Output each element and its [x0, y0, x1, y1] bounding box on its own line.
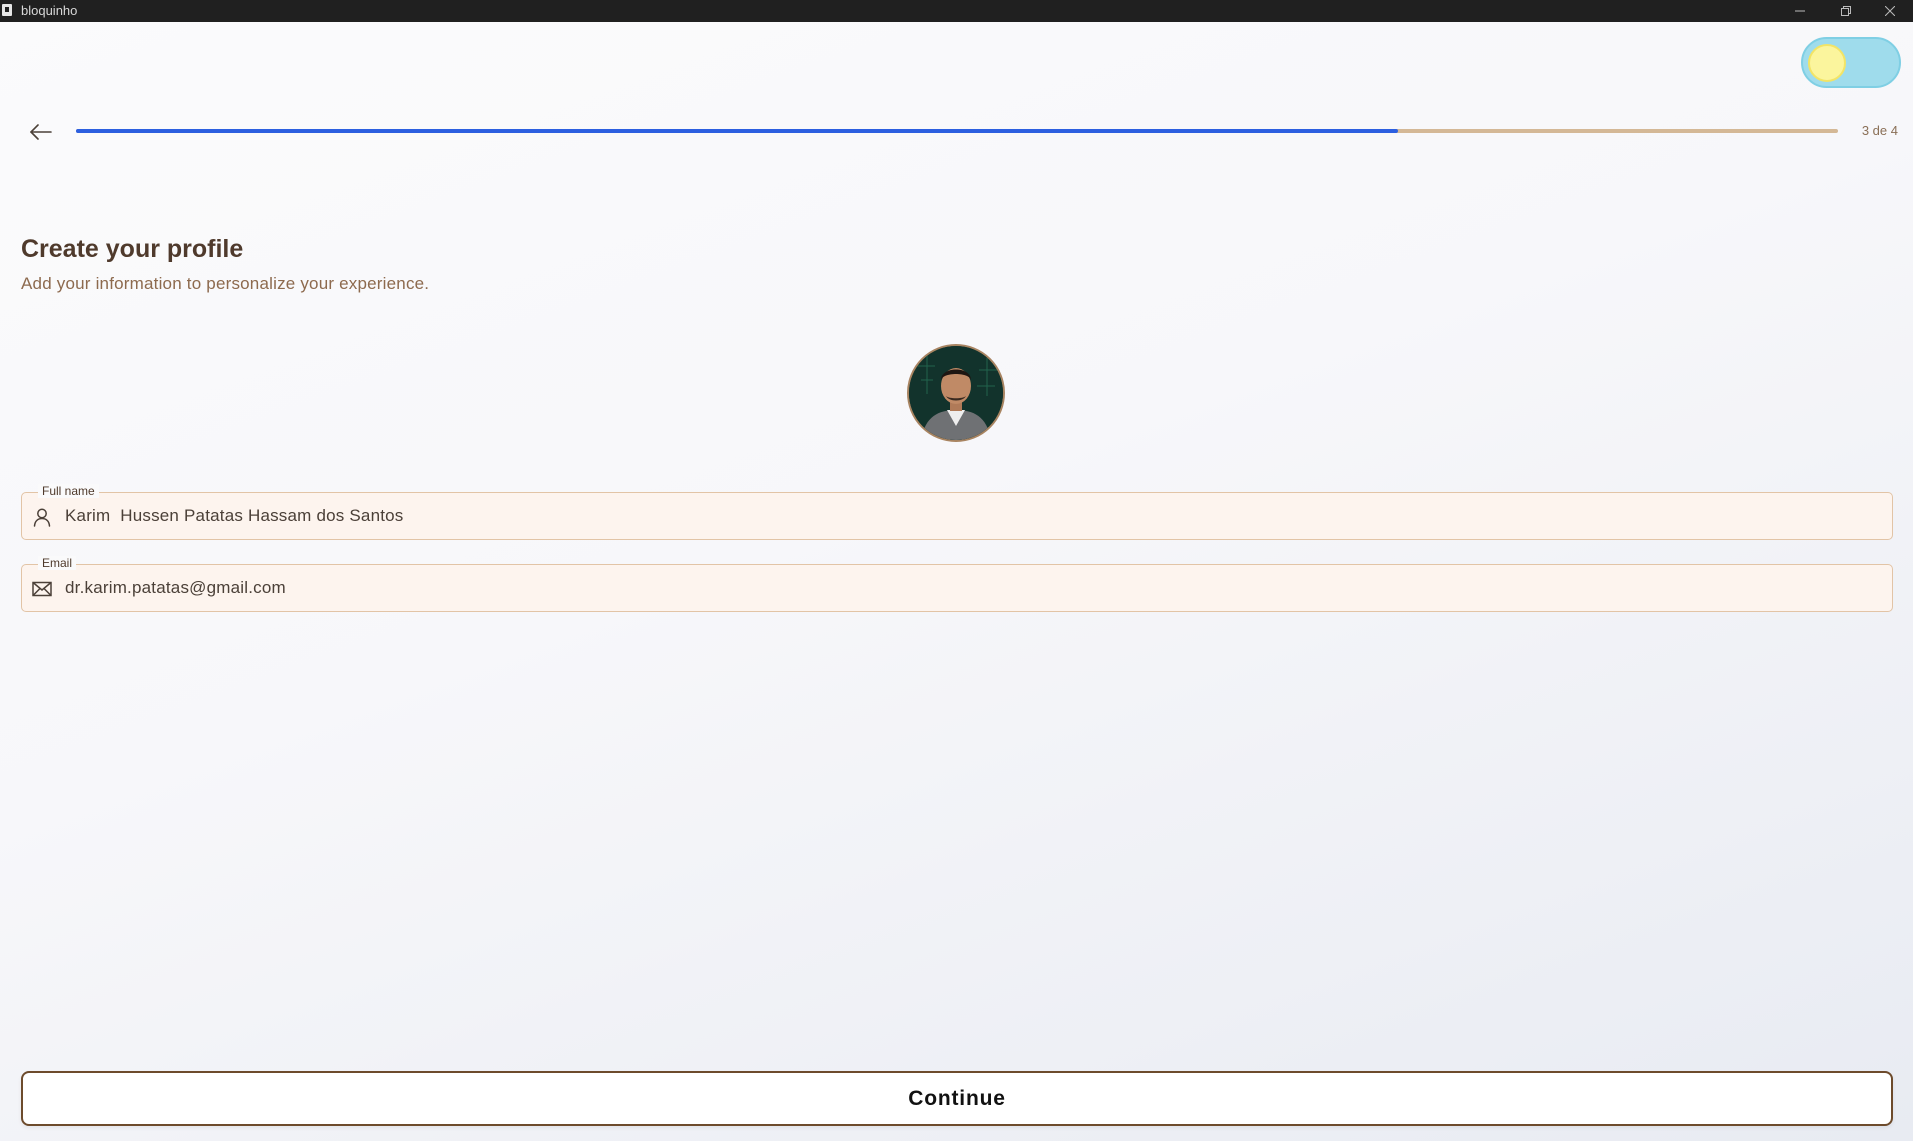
app-icon [2, 4, 12, 16]
arrow-left-icon [30, 124, 52, 140]
email-input[interactable] [65, 565, 1875, 610]
close-window-button[interactable] [1867, 0, 1913, 22]
window-title: bloquinho [21, 3, 78, 18]
mail-icon [31, 578, 53, 600]
progress-bar [76, 129, 1838, 133]
profile-photo [909, 346, 1003, 440]
window-titlebar: bloquinho [0, 0, 1913, 22]
user-icon [31, 506, 53, 528]
theme-toggle[interactable] [1801, 37, 1901, 88]
sun-icon [1808, 44, 1846, 82]
profile-avatar[interactable] [907, 344, 1005, 442]
page-subtitle: Add your information to personalize your… [21, 274, 430, 293]
minimize-icon [1795, 10, 1805, 12]
minimize-button[interactable] [1777, 0, 1823, 22]
restore-button[interactable] [1823, 0, 1869, 22]
email-field: Email [21, 556, 1893, 612]
step-counter: 3 de 4 [1861, 123, 1898, 138]
progress-bar-fill [76, 129, 1398, 133]
full-name-input[interactable] [65, 493, 1875, 538]
back-button[interactable] [28, 119, 54, 145]
close-icon [1885, 6, 1895, 16]
page-title: Create your profile [21, 235, 244, 263]
full-name-field: Full name [21, 484, 1893, 540]
continue-button[interactable]: Continue [21, 1071, 1893, 1126]
restore-icon [1841, 6, 1851, 16]
